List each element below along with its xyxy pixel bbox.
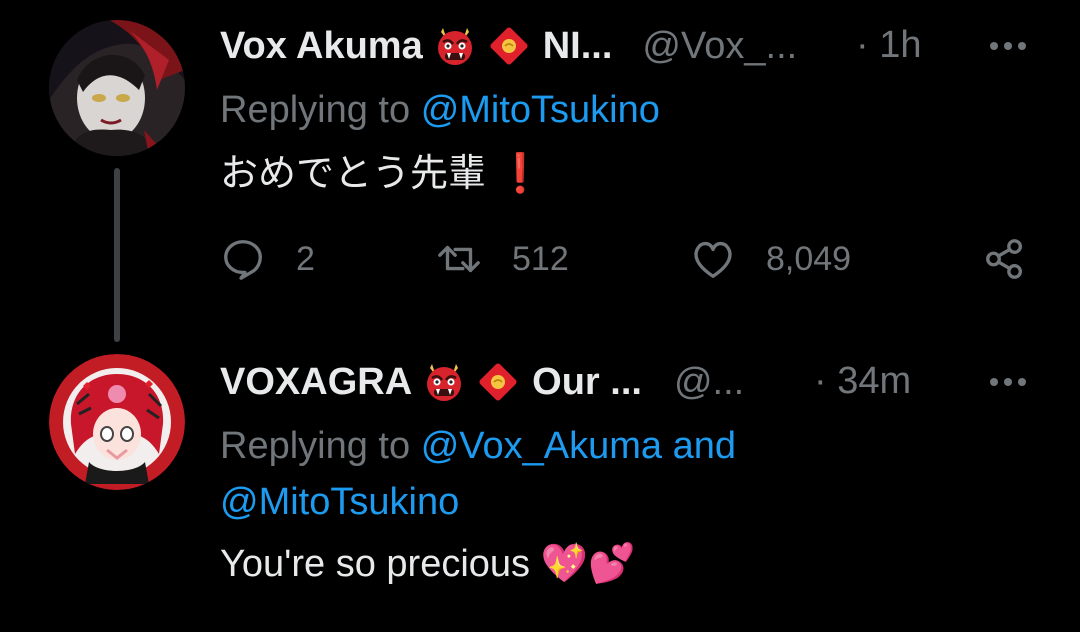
heart-icon — [694, 241, 732, 278]
mention-link[interactable]: @MitoTsukino — [421, 89, 660, 131]
replying-label: Replying to — [220, 425, 411, 467]
voxagra-avatar — [49, 354, 185, 490]
exclamation-emoji: ❗ — [496, 153, 544, 195]
mention-link[interactable]: @Vox_Akuma — [421, 425, 662, 467]
author-name-suffix[interactable]: Our ... — [532, 361, 642, 404]
like-count: 8,049 — [766, 239, 852, 278]
tweet-header: Vox Akuma NI... @Vox_... — [220, 21, 797, 71]
replying-to: Replying to @MitoTsukino — [220, 82, 660, 138]
heart-emoji: 💖💕 — [540, 543, 636, 585]
tweet-actions: 2 512 8,049 — [0, 236, 1080, 292]
retweet-icon — [438, 245, 480, 273]
tweet-time[interactable]: · 34m — [814, 360, 911, 403]
author-handle[interactable]: @... — [674, 361, 744, 404]
more-button[interactable] — [988, 26, 1028, 66]
reply-button[interactable]: 2 — [220, 236, 315, 282]
mention-link[interactable]: @MitoTsukino — [220, 481, 459, 523]
replying-label: Replying to — [220, 89, 411, 131]
tweet-time[interactable]: · 1h — [856, 24, 921, 67]
reply-count: 2 — [296, 239, 315, 278]
tweet-text-content: You're so precious — [220, 543, 531, 585]
tweet-vox-akuma[interactable]: Vox Akuma NI... @Vox_... · 1h Replying t… — [0, 0, 1080, 342]
like-button[interactable]: 8,049 — [690, 236, 851, 282]
retweet-button[interactable]: 512 — [436, 236, 569, 282]
avatar[interactable] — [49, 354, 185, 490]
tweet-header: VOXAGRA Our ... @... — [220, 357, 744, 407]
author-name[interactable]: VOXAGRA — [220, 361, 412, 404]
red-envelope-icon — [476, 360, 520, 404]
share-icon — [986, 239, 1023, 279]
more-icon — [990, 378, 1026, 386]
tweet-text: You're so precious 💖💕 — [220, 536, 635, 592]
oni-icon — [433, 24, 477, 68]
vox-akuma-avatar — [49, 20, 185, 156]
retweet-count: 512 — [512, 239, 569, 278]
mention-conjunction[interactable]: and — [673, 425, 736, 467]
avatar[interactable] — [49, 20, 185, 156]
oni-icon — [422, 360, 466, 404]
share-button[interactable] — [982, 236, 1028, 282]
replying-to: Replying to @Vox_Akuma and @MitoTsukino — [220, 418, 1020, 530]
more-button[interactable] — [988, 362, 1028, 402]
author-name[interactable]: Vox Akuma — [220, 25, 423, 68]
tweet-text: おめでとう先輩 ❗ — [220, 146, 544, 202]
author-handle[interactable]: @Vox_... — [642, 25, 797, 68]
reply-icon — [224, 240, 262, 280]
tweet-voxagra[interactable]: VOXAGRA Our ... @... · 34m Replying to @… — [0, 340, 1080, 632]
more-icon — [990, 42, 1026, 50]
author-name-suffix[interactable]: NI... — [543, 25, 613, 68]
red-envelope-icon — [487, 24, 531, 68]
tweet-text-content: おめでとう先輩 — [220, 153, 487, 195]
